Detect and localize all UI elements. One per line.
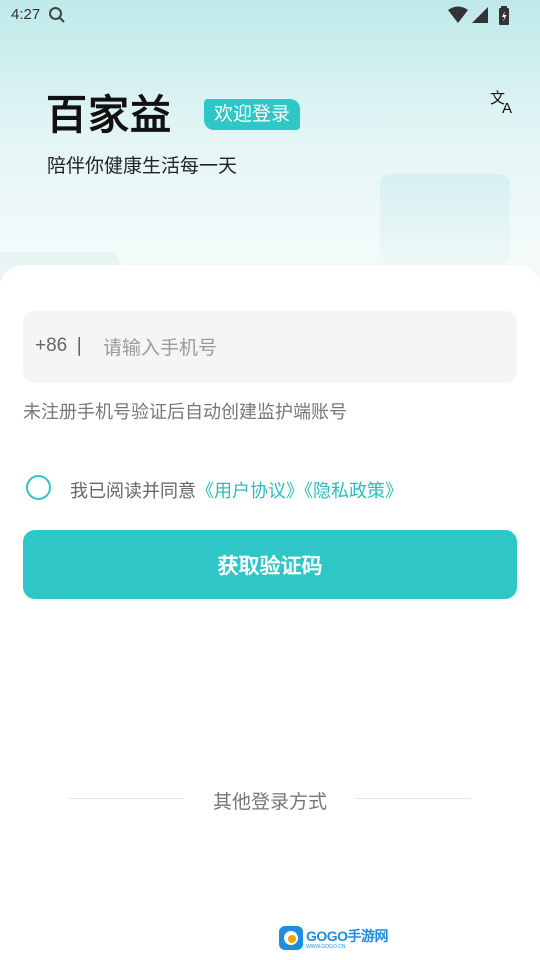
phone-field[interactable]: +86 | <box>23 311 517 383</box>
privacy-policy-link[interactable]: 《隐私政策》 <box>304 481 403 502</box>
get-code-button[interactable]: 获取验证码 <box>23 530 517 599</box>
signal-icon <box>472 7 488 23</box>
svg-text:A: A <box>502 100 512 115</box>
agreement-prefix: 我已阅读并同意 <box>70 481 196 502</box>
watermark-title: GOGO手游网 <box>306 928 389 944</box>
phone-input[interactable] <box>101 329 505 367</box>
agreement-text: 我已阅读并同意《用户协议》《隐私政策》 <box>70 477 403 503</box>
user-agreement-link[interactable]: 《用户协议》 <box>196 481 304 502</box>
status-bar: 4:27 <box>0 0 540 32</box>
other-login-label: 其他登录方式 <box>212 791 327 813</box>
translate-icon[interactable]: 文 A <box>489 89 517 115</box>
decorative-panel <box>380 174 510 264</box>
search-icon <box>49 7 65 23</box>
slogan: 陪伴你健康生活每一天 <box>47 155 238 177</box>
agreement-checkbox[interactable] <box>26 475 51 500</box>
brand-logo: 百家益 <box>46 91 172 139</box>
country-code[interactable]: +86 <box>35 335 67 357</box>
battery-icon <box>499 6 509 25</box>
watermark-logo-icon <box>279 926 303 950</box>
register-hint: 未注册手机号验证后自动创建监护端账号 <box>23 402 347 423</box>
status-time: 4:27 <box>11 6 41 23</box>
wifi-icon <box>448 6 468 23</box>
country-separator: | <box>76 334 83 356</box>
watermark-subtitle: WWW.GOGO.CN <box>306 944 346 950</box>
welcome-badge: 欢迎登录 <box>204 99 301 130</box>
